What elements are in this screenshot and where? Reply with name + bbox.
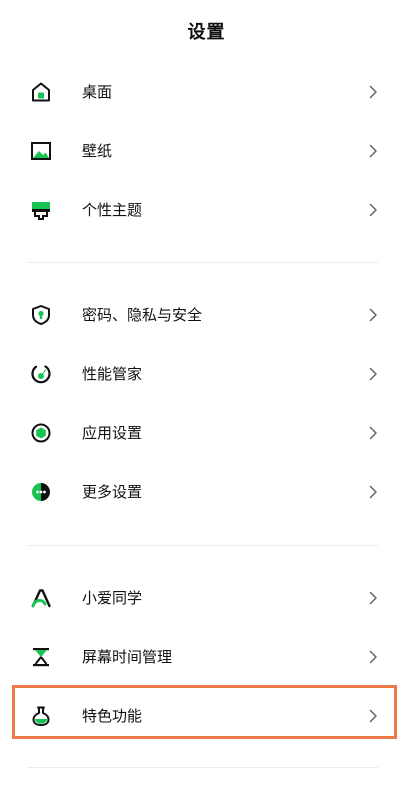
page-title: 设置 [187, 22, 226, 43]
chevron-right-icon [369, 367, 378, 381]
section-divider [28, 262, 378, 263]
app-settings-icon [30, 422, 52, 444]
settings-item-label: 性能管家 [82, 365, 143, 383]
xiaoai-icon [30, 587, 52, 609]
chevron-right-icon [369, 650, 378, 664]
chevron-right-icon [369, 144, 378, 158]
theme-icon [30, 199, 52, 221]
settings-item-theme[interactable]: 个性主题 [0, 181, 413, 240]
settings-item-privacy-security[interactable]: 密码、隐私与安全 [0, 286, 413, 345]
more-settings-icon [30, 481, 52, 503]
settings-item-label: 小爱同学 [82, 589, 143, 607]
section-divider [28, 767, 378, 768]
hourglass-icon [30, 646, 52, 668]
wallpaper-icon [30, 140, 52, 162]
settings-item-label: 屏幕时间管理 [82, 648, 173, 666]
home-icon [30, 81, 52, 103]
settings-item-label: 密码、隐私与安全 [82, 306, 203, 324]
settings-item-performance[interactable]: 性能管家 [0, 345, 413, 404]
settings-item-xiaoai[interactable]: 小爱同学 [0, 569, 413, 628]
settings-item-label: 个性主题 [82, 201, 143, 219]
chevron-right-icon [369, 203, 378, 217]
shield-icon [30, 304, 52, 326]
settings-item-wallpaper[interactable]: 壁纸 [0, 122, 413, 181]
settings-item-app-settings[interactable]: 应用设置 [0, 404, 413, 463]
settings-item-label: 壁纸 [82, 142, 113, 160]
chevron-right-icon [369, 308, 378, 322]
chevron-right-icon [369, 709, 378, 723]
chevron-right-icon [369, 485, 378, 499]
performance-icon [30, 363, 52, 385]
settings-item-special-features[interactable]: 特色功能 [0, 687, 413, 746]
settings-item-label: 应用设置 [82, 424, 143, 442]
flask-icon [30, 705, 52, 727]
chevron-right-icon [369, 85, 378, 99]
settings-item-label: 更多设置 [82, 483, 143, 501]
section-divider [28, 545, 378, 546]
settings-item-label: 特色功能 [82, 707, 143, 725]
settings-item-desktop[interactable]: 桌面 [0, 63, 413, 122]
chevron-right-icon [369, 426, 378, 440]
settings-item-more-settings[interactable]: 更多设置 [0, 463, 413, 522]
chevron-right-icon [369, 591, 378, 605]
settings-item-label: 桌面 [82, 83, 113, 101]
settings-item-screen-time[interactable]: 屏幕时间管理 [0, 628, 413, 687]
